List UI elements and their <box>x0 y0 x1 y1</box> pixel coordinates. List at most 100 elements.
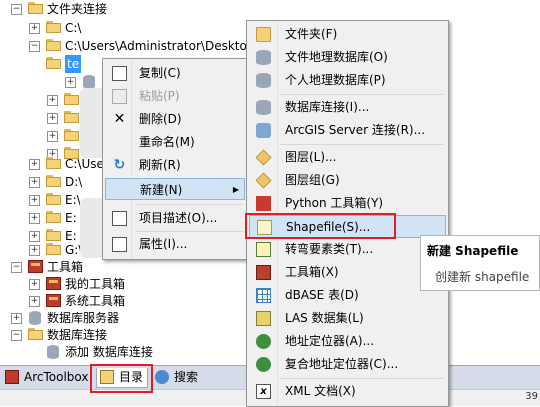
menu-item-label: 复合地址定位器(C)... <box>285 357 399 371</box>
copy-icon <box>112 66 127 81</box>
menu-item-label: dBASE 表(D) <box>285 288 359 302</box>
menu-separator <box>279 144 444 145</box>
menu-item-new-address-locator[interactable]: 地址定位器(A)... <box>249 330 446 353</box>
tree-node-child[interactable]: + <box>0 91 80 109</box>
expand-icon[interactable]: + <box>29 279 40 290</box>
tab-search[interactable]: 搜索 <box>152 368 202 387</box>
menu-item-label: Python 工具箱(Y) <box>285 196 384 210</box>
menu-item-new-python-toolbox[interactable]: Python 工具箱(Y) <box>249 192 446 215</box>
menu-item-new-xml-document[interactable]: x XML 文档(X) <box>249 380 446 403</box>
expand-icon[interactable]: + <box>47 113 58 124</box>
tree-node-system-toolboxes[interactable]: + 系统工具箱 <box>0 292 140 310</box>
menu-item-item-description[interactable]: 项目描述(O)... <box>105 207 245 229</box>
tree-node-label: E: <box>65 211 77 225</box>
menu-item-new-composite-locator[interactable]: 复合地址定位器(C)... <box>249 353 446 376</box>
menu-item-label: 工具箱(X) <box>285 265 339 279</box>
search-icon <box>155 370 169 384</box>
tab-label: ArcToolbox <box>24 370 89 384</box>
tab-label: 搜索 <box>174 370 199 384</box>
menu-item-delete[interactable]: ✕ 删除(D) <box>105 108 245 130</box>
menu-item-properties[interactable]: 属性(I)... <box>105 233 245 255</box>
tree-node-drive-c[interactable]: + C:\ <box>0 19 200 37</box>
collapse-icon[interactable]: − <box>11 4 22 15</box>
tree-node-database-connections[interactable]: − 数据库连接 <box>0 326 140 344</box>
menu-item-label: 属性(I)... <box>139 237 188 251</box>
tree-node-database-servers[interactable]: + 数据库服务器 <box>0 309 140 327</box>
tree-node-folder-connections[interactable]: − 文件夹连接 <box>0 0 220 18</box>
expand-icon[interactable]: + <box>29 213 40 224</box>
tab-arctoolbox[interactable]: ArcToolbox <box>2 368 92 387</box>
toolbox-icon <box>46 294 61 307</box>
menu-item-label: 文件夹(F) <box>285 27 338 41</box>
database-connection-icon <box>256 100 271 115</box>
menu-item-label: ArcGIS Server 连接(R)... <box>285 123 426 137</box>
open-folder-icon <box>46 57 62 70</box>
collapse-icon[interactable]: − <box>11 262 22 273</box>
expand-icon[interactable]: + <box>29 296 40 307</box>
menu-item-new-arcgis-server-connection[interactable]: ArcGIS Server 连接(R)... <box>249 119 446 142</box>
menu-item-new[interactable]: 新建(N) ▶ <box>105 178 245 200</box>
menu-item-new-layer[interactable]: 图层(L)... <box>249 146 446 169</box>
tooltip-description: 创建新 shapefile <box>435 270 530 284</box>
expand-icon[interactable]: + <box>11 313 22 324</box>
arctoolbox-icon <box>5 370 19 384</box>
menu-item-new-personal-gdb[interactable]: 个人地理数据库(P) <box>249 69 446 92</box>
annotation-highlight-shapefile <box>245 213 396 239</box>
tree-node-child[interactable]: + <box>0 109 80 127</box>
tree-node-add-database-connection[interactable]: 添加 数据库连接 <box>0 343 170 361</box>
expand-icon[interactable]: + <box>29 23 40 34</box>
menu-item-new-las-dataset[interactable]: LAS 数据集(L) <box>249 307 446 330</box>
menu-separator <box>279 378 444 379</box>
menu-item-paste[interactable]: 粘贴(P) <box>105 85 245 107</box>
expand-icon[interactable]: + <box>29 245 40 256</box>
toolbox-icon <box>28 260 43 273</box>
tree-node-label: 添加 数据库连接 <box>65 345 153 359</box>
expand-icon[interactable]: + <box>29 159 40 170</box>
tree-node-toolboxes[interactable]: − 工具箱 <box>0 258 120 276</box>
menu-item-label: 新建(N) <box>140 183 183 197</box>
expand-icon[interactable]: + <box>47 95 58 106</box>
folder-icon <box>46 175 62 188</box>
expand-icon[interactable]: + <box>65 77 76 88</box>
tree-node-label: 数据库连接 <box>47 328 108 342</box>
collapse-icon[interactable]: − <box>29 41 40 52</box>
menu-item-new-dbase-table[interactable]: dBASE 表(D) <box>249 284 446 307</box>
menu-item-new-folder[interactable]: 文件夹(F) <box>249 23 446 46</box>
menu-item-rename[interactable]: 重命名(M) <box>105 131 245 153</box>
tree-node-label: 系统工具箱 <box>65 294 126 308</box>
expand-icon[interactable]: + <box>29 177 40 188</box>
expand-icon[interactable]: + <box>29 195 40 206</box>
database-icon <box>83 75 95 89</box>
expand-icon[interactable]: + <box>47 131 58 142</box>
menu-item-label: 地址定位器(A)... <box>285 334 375 348</box>
menu-separator <box>279 94 444 95</box>
toolbox-icon <box>256 265 271 280</box>
delete-icon: ✕ <box>113 111 126 127</box>
menu-item-new-turn-feature-class[interactable]: 转弯要素类(T)... <box>249 238 446 261</box>
menu-item-label: 重命名(M) <box>139 135 195 149</box>
folder-icon <box>64 129 80 142</box>
menu-item-label: 个人地理数据库(P) <box>285 73 386 87</box>
menu-item-label: 数据库连接(I)... <box>285 100 370 114</box>
tree-node-my-toolboxes[interactable]: + 我的工具箱 <box>0 275 140 293</box>
menu-item-label: 文件地理数据库(O) <box>285 50 388 64</box>
menu-item-copy[interactable]: 复制(C) <box>105 62 245 84</box>
tree-node-label: C:\ <box>65 21 82 35</box>
submenu-arrow-icon: ▶ <box>232 185 239 194</box>
menu-item-new-database-connection[interactable]: 数据库连接(I)... <box>249 96 446 119</box>
menu-item-new-file-gdb[interactable]: 文件地理数据库(O) <box>249 46 446 69</box>
tree-node-desktop[interactable]: − C:\Users\Administrator\Desktop <box>0 37 254 55</box>
tree-node-drive-d[interactable]: + D:\ <box>0 173 100 191</box>
collapse-icon[interactable]: − <box>11 330 22 341</box>
folder-icon <box>64 111 80 124</box>
tree-node-label: 我的工具箱 <box>65 277 126 291</box>
database-connections-icon <box>28 328 44 341</box>
menu-item-new-group-layer[interactable]: 图层组(G) <box>249 169 446 192</box>
menu-item-refresh[interactable]: ↻ 刷新(R) <box>105 154 245 176</box>
shapefile-tooltip: 新建 Shapefile 创建新 shapefile <box>420 235 540 291</box>
menu-item-label: LAS 数据集(L) <box>285 311 364 325</box>
menu-item-new-toolbox[interactable]: 工具箱(X) <box>249 261 446 284</box>
properties-icon <box>112 237 127 252</box>
tree-node-child[interactable]: + <box>0 127 80 145</box>
tree-node-label: te <box>65 55 82 73</box>
